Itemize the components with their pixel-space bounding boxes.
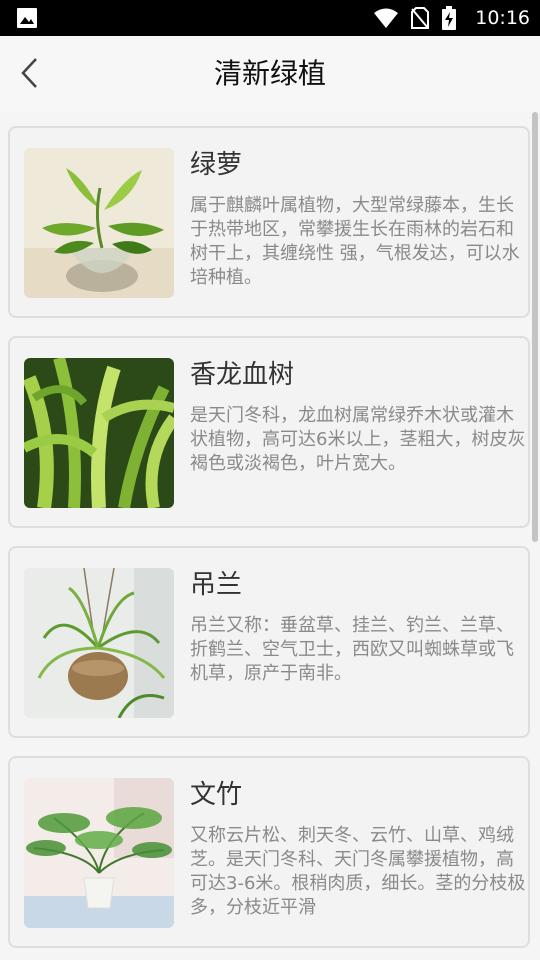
plant-name: 香龙血树 — [190, 360, 295, 390]
app-bar: 清新绿植 — [0, 36, 540, 112]
status-time: 10:16 — [475, 7, 530, 29]
plant-name: 吊兰 — [190, 570, 243, 600]
image-icon — [17, 8, 37, 28]
plant-description: 吊兰又称：垂盆草、挂兰、钓兰、兰草、折鹤兰、空气卫士，西欧又叫蜘蛛草或飞机草，原… — [190, 615, 514, 684]
plant-card-lvluo[interactable]: 绿萝 属于麒麟叶属植物，大型常绿藤本，生长于热带地区，常攀援生长在雨林的岩石和树… — [8, 126, 530, 318]
plant-image-xianglongxueshu — [24, 358, 174, 508]
battery-charging-icon — [442, 6, 457, 30]
plant-description: 又称云片松、刺天冬、云竹、山草、鸡绒芝。是天门冬科、天门冬属攀援植物，高可达3-… — [190, 825, 526, 918]
plant-description: 是天门冬科，龙血树属常绿乔木状或灌木状植物，高可达6米以上，茎粗大，树皮灰褐色或… — [190, 405, 526, 474]
plant-list[interactable]: 绿萝 属于麒麟叶属植物，大型常绿藤本，生长于热带地区，常攀援生长在雨林的岩石和树… — [0, 112, 540, 960]
plant-image-lvluo — [24, 148, 174, 298]
chevron-left-icon[interactable] — [14, 56, 48, 90]
no-sim-icon — [411, 7, 430, 29]
wifi-icon — [374, 8, 399, 28]
plant-card-wenzhu[interactable]: 文竹 又称云片松、刺天冬、云竹、山草、鸡绒芝。是天门冬科、天门冬属攀援植物，高可… — [8, 756, 530, 948]
plant-card-xianglongxueshu[interactable]: 香龙血树 是天门冬科，龙血树属常绿乔木状或灌木状植物，高可达6米以上，茎粗大，树… — [8, 336, 530, 528]
page-title: 清新绿植 — [213, 57, 326, 90]
plant-image-wenzhu — [24, 778, 174, 928]
status-bar: 10:16 — [0, 0, 540, 36]
plant-name: 绿萝 — [190, 150, 243, 180]
scrollbar[interactable] — [532, 112, 538, 542]
plant-image-diaolan — [24, 568, 174, 718]
plant-card-diaolan[interactable]: 吊兰 吊兰又称：垂盆草、挂兰、钓兰、兰草、折鹤兰、空气卫士，西欧又叫蜘蛛草或飞机… — [8, 546, 530, 738]
plant-description: 属于麒麟叶属植物，大型常绿藤本，生长于热带地区，常攀援生长在雨林的岩石和树干上，… — [190, 195, 520, 288]
plant-name: 文竹 — [190, 780, 243, 810]
